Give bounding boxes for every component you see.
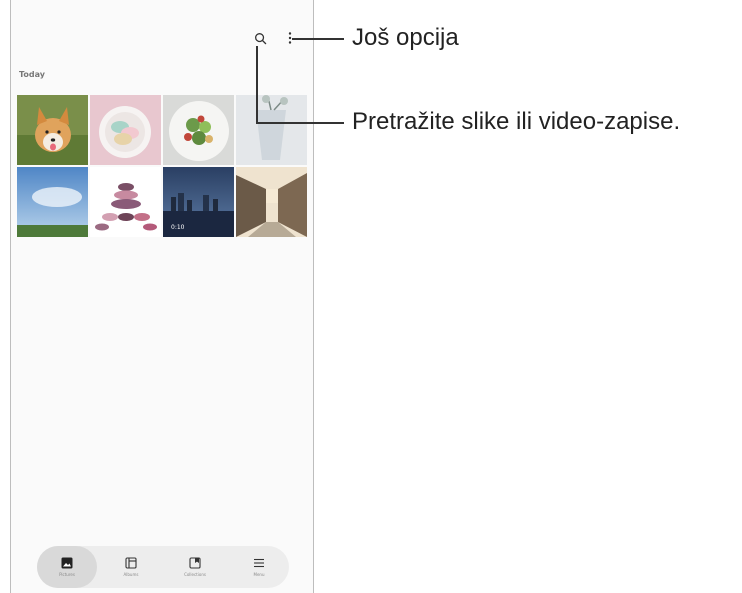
nav-label-albums: Albums <box>123 572 139 577</box>
search-icon <box>254 32 266 44</box>
callout-more-options: Još opcija <box>352 24 459 51</box>
city-night-video[interactable]: 0:10 <box>163 167 234 237</box>
search-button[interactable] <box>251 28 269 48</box>
collections-icon <box>189 557 201 569</box>
nav-pictures[interactable]: Pictures <box>37 546 97 588</box>
callout-search: Pretražite slike ili video-zapise. <box>352 108 681 135</box>
nav-menu[interactable]: Menu <box>229 546 289 588</box>
sky-field-photo[interactable] <box>17 167 88 237</box>
nav-label-pictures: Pictures <box>59 572 75 577</box>
alley-street-photo[interactable] <box>236 167 307 237</box>
callout-line-search-horizontal <box>256 122 344 124</box>
video-duration: 0:10 <box>171 224 185 231</box>
macarons-plate-photo[interactable] <box>90 95 161 165</box>
callout-line-more-options <box>292 38 344 40</box>
glass-vase-photo[interactable] <box>236 95 307 165</box>
salad-plate-photo[interactable] <box>163 95 234 165</box>
albums-icon <box>125 557 137 569</box>
macaron-tower-photo[interactable] <box>90 167 161 237</box>
nav-collections[interactable]: Collections <box>165 546 225 588</box>
callout-line-search-vertical <box>256 46 258 122</box>
corgi-photo[interactable] <box>17 95 88 165</box>
nav-label-menu: Menu <box>253 572 265 577</box>
menu-icon <box>254 558 264 568</box>
pictures-icon <box>61 557 73 569</box>
photo-grid: 0:10 <box>17 95 309 237</box>
section-title: Today <box>19 70 45 79</box>
phone-screen: Today 0:10 Pictures Albums Collections M… <box>10 0 314 593</box>
nav-albums[interactable]: Albums <box>101 546 161 588</box>
bottom-navigation: Pictures Albums Collections Menu <box>37 546 289 588</box>
nav-label-collections: Collections <box>184 572 206 577</box>
